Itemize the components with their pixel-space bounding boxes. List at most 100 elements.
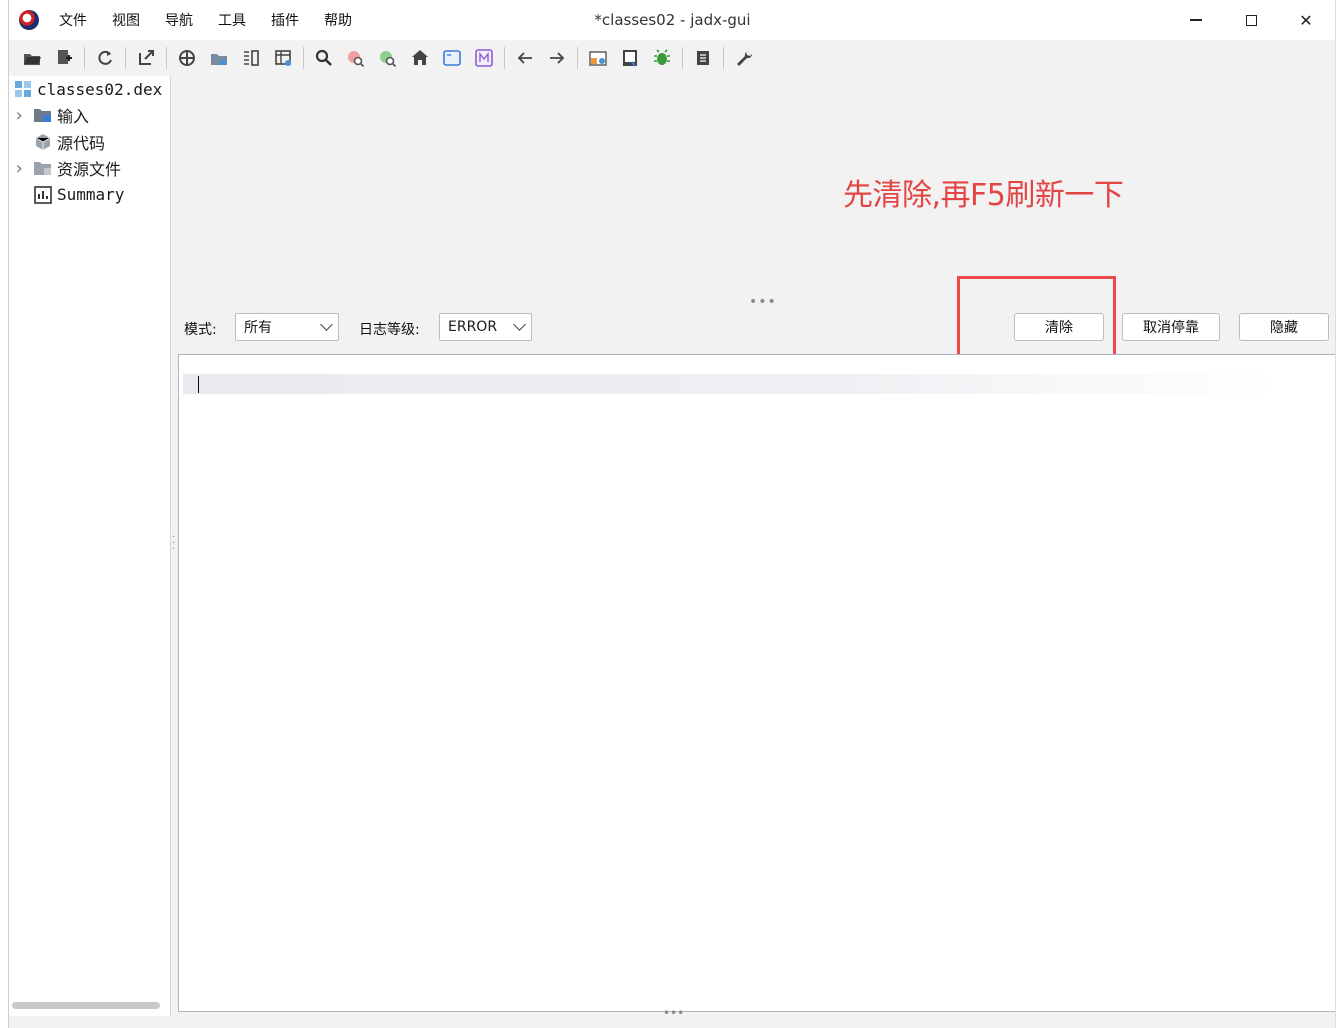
jadx-gui-window: 文件 视图 导航 工具 插件 帮助 *classes02 - jadx-gui ✕ cla…	[8, 0, 1336, 1028]
menu-file[interactable]: 文件	[59, 10, 100, 30]
mode-button[interactable]	[469, 44, 499, 72]
open-file-icon	[24, 54, 41, 65]
menu-view[interactable]: 视图	[112, 10, 153, 30]
tree-item-3[interactable]: Summary	[13, 182, 124, 208]
annotation-text: 先清除,再F5刷新一下	[843, 178, 1124, 213]
toolbar-separator	[723, 47, 724, 69]
toolbar-separator	[577, 47, 578, 69]
toolbar-separator	[504, 47, 505, 69]
tree-item-2[interactable]: › 资源文件	[13, 155, 121, 181]
back-arrow-icon	[517, 52, 532, 64]
tree-item-1[interactable]: 源代码	[13, 129, 105, 155]
reload-button[interactable]	[90, 44, 120, 72]
debug-bug-button[interactable]	[647, 44, 677, 72]
reload-icon	[98, 50, 112, 65]
search-icon	[315, 49, 332, 66]
save-all-button[interactable]	[49, 44, 79, 72]
mode-select[interactable]: 所有	[235, 313, 339, 341]
bottom-splitter-handle[interactable]: •••	[663, 1006, 684, 1020]
undock-button[interactable]: 取消停靠	[1122, 313, 1220, 341]
search-usage-button[interactable]	[341, 44, 371, 72]
window-button[interactable]	[437, 44, 467, 72]
forward-arrow-button[interactable]	[542, 44, 572, 72]
home-button[interactable]	[405, 44, 435, 72]
hide-button[interactable]: 隐藏	[1239, 313, 1329, 341]
save-all-icon	[58, 50, 72, 64]
open-file-button[interactable]	[17, 44, 47, 72]
project-tree[interactable]: classes02.dex › 输入源代码 › 资源文件 Summary	[9, 76, 171, 1016]
folder-input-icon	[33, 106, 53, 124]
folder-resources-icon	[33, 159, 53, 177]
tree-root-row[interactable]: classes02.dex	[13, 76, 162, 102]
sync-tree-button[interactable]	[172, 44, 202, 72]
tree-item-label: 源代码	[57, 133, 106, 153]
window-icon	[443, 50, 461, 66]
maximize-icon	[1245, 14, 1257, 26]
preferences-wrench-button[interactable]	[729, 44, 759, 72]
quark-button[interactable]	[615, 44, 645, 72]
log-level-select[interactable]: ERROR	[439, 313, 532, 341]
toolbar-separator	[125, 47, 126, 69]
log-panel-toolbar: 模式: 所有 日志等级: ERROR 清除 取消停靠 隐藏	[172, 312, 1336, 342]
minimize-icon	[1190, 19, 1202, 21]
horizontal-splitter-handle[interactable]: •••	[749, 294, 777, 310]
flatten-packages-icon	[211, 54, 227, 65]
mode-icon	[475, 49, 493, 67]
toolbar-separator	[166, 47, 167, 69]
export-button[interactable]	[131, 44, 161, 72]
menu-help[interactable]: 帮助	[324, 10, 365, 30]
dex-file-icon	[13, 80, 33, 98]
tree-horizontal-scrollbar[interactable]	[12, 1002, 160, 1009]
jadx-app-icon[interactable]	[19, 10, 39, 30]
sync-tree-icon	[179, 50, 195, 66]
vertical-splitter-handle[interactable]: · · ·	[172, 533, 176, 555]
search-usage-icon	[348, 51, 365, 68]
toolbar-separator	[303, 47, 304, 69]
split-view-button[interactable]	[236, 44, 266, 72]
log-level-label: 日志等级:	[359, 322, 420, 338]
back-arrow-button[interactable]	[510, 44, 540, 72]
log-level-select-value: ERROR	[448, 319, 498, 335]
log-output-area[interactable]	[178, 354, 1336, 1012]
export-icon	[139, 50, 154, 65]
toolbar-separator	[682, 47, 683, 69]
editor-area	[172, 76, 1336, 292]
log-viewer-icon	[589, 51, 607, 66]
preferences-wrench-icon	[737, 50, 753, 66]
flatten-packages-button[interactable]	[204, 44, 234, 72]
maximize-button[interactable]	[1224, 0, 1278, 40]
script-button[interactable]	[688, 44, 718, 72]
split-view-icon	[244, 50, 259, 66]
menu-nav[interactable]: 导航	[165, 10, 206, 30]
minimize-button[interactable]	[1169, 0, 1223, 40]
toolbar-separator	[84, 47, 85, 69]
summary-icon	[33, 185, 53, 204]
menu-tools[interactable]: 工具	[218, 10, 259, 30]
show-summary-button[interactable]	[268, 44, 298, 72]
text-caret	[198, 376, 199, 393]
tree-item-0[interactable]: › 输入	[13, 102, 89, 128]
menu-plugins[interactable]: 插件	[271, 10, 312, 30]
quark-icon	[623, 50, 637, 67]
search-class-icon	[380, 51, 397, 68]
forward-arrow-icon	[550, 52, 565, 64]
show-summary-icon	[275, 50, 291, 66]
background-window-edge	[0, 0, 8, 1028]
chevron-down-icon	[513, 318, 526, 331]
script-icon	[697, 51, 709, 65]
tree-root-label: classes02.dex	[37, 79, 163, 99]
close-button[interactable]: ✕	[1279, 0, 1333, 40]
search-class-button[interactable]	[373, 44, 403, 72]
search-button[interactable]	[309, 44, 339, 72]
mode-label: 模式:	[184, 322, 217, 338]
tree-item-label: Summary	[57, 185, 125, 204]
package-icon	[33, 133, 53, 151]
tree-item-label: 输入	[57, 107, 90, 126]
chevron-right-icon[interactable]: ›	[13, 158, 25, 179]
debug-bug-icon	[654, 49, 670, 65]
log-viewer-button[interactable]	[583, 44, 613, 72]
title-bar: 文件 视图 导航 工具 插件 帮助 *classes02 - jadx-gui ✕	[9, 0, 1336, 40]
chevron-right-icon[interactable]: ›	[13, 105, 25, 126]
current-line-highlight	[183, 374, 1278, 394]
menu-bar: 文件 视图 导航 工具 插件 帮助	[59, 0, 377, 40]
